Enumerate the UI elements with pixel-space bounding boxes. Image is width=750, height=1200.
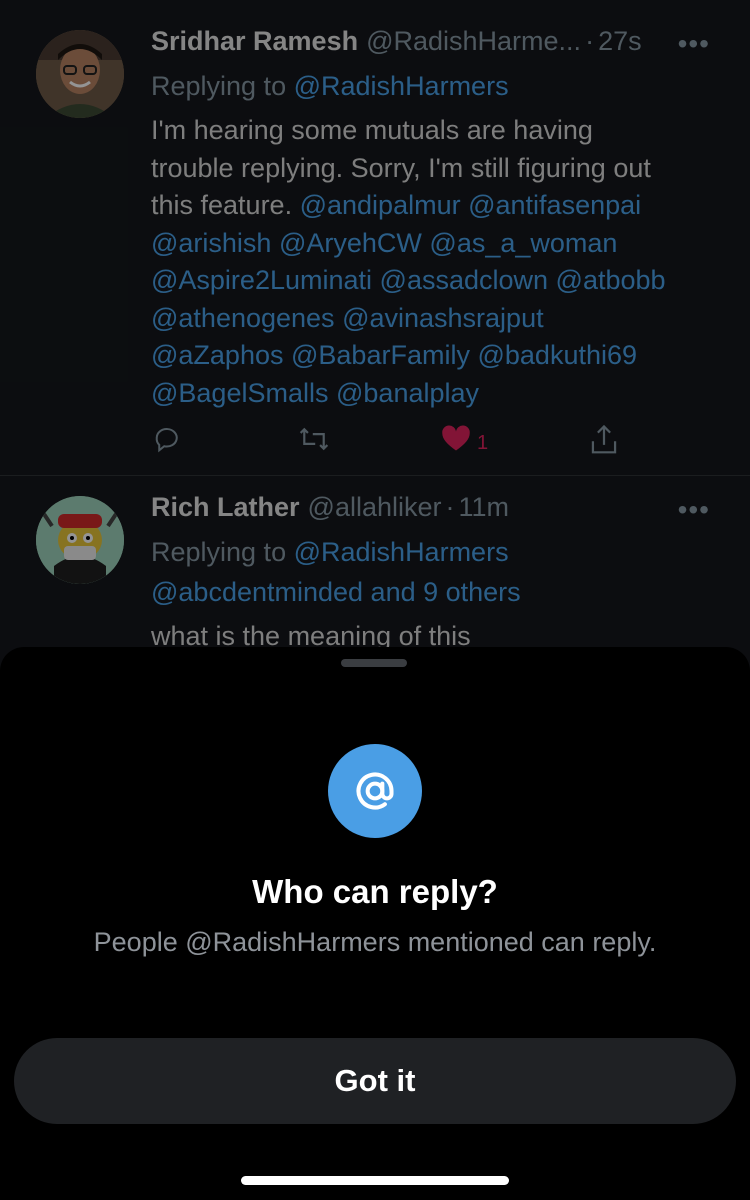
sheet-title: Who can reply? <box>252 873 498 910</box>
got-it-button[interactable]: Got it <box>14 1038 736 1124</box>
sheet-grabber[interactable] <box>341 659 407 667</box>
home-indicator[interactable] <box>241 1176 509 1185</box>
at-icon <box>328 744 422 838</box>
reply-restriction-sheet: Who can reply? People @RadishHarmers men… <box>0 647 750 1200</box>
sheet-subtitle: People @RadishHarmers mentioned can repl… <box>93 927 657 957</box>
